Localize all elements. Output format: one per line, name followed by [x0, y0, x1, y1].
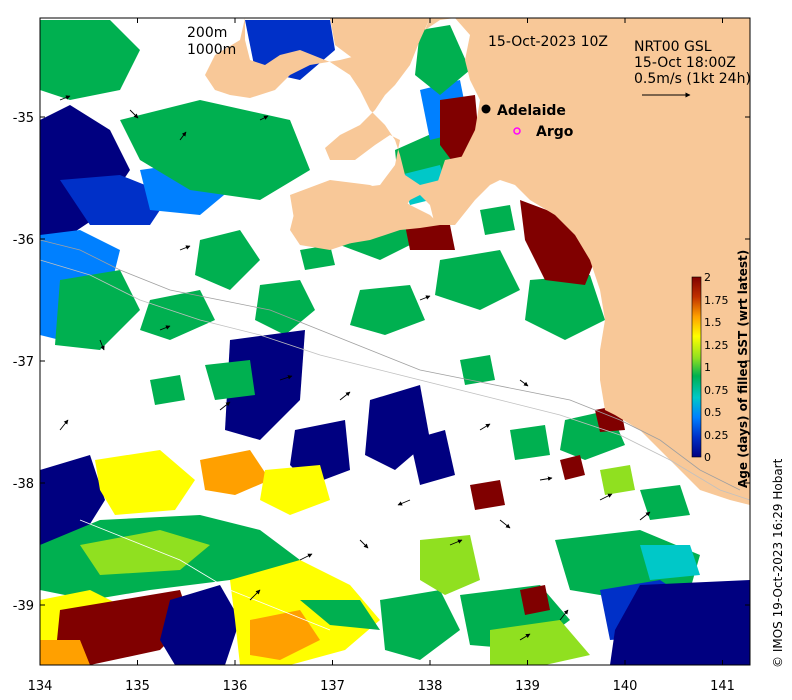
- lat-tick-37: -37: [13, 355, 34, 370]
- colorbar-tick-175: 1.75: [704, 294, 729, 307]
- colorbar-tick-075: 0.75: [704, 384, 729, 397]
- colorbar-gradient: [691, 276, 702, 458]
- lon-tick-136: 136: [223, 679, 248, 694]
- credit-text: © IMOS 19-Oct-2023 16:29 Hobart: [771, 458, 785, 668]
- contour-label-200m: 200m: [187, 25, 227, 41]
- current-time-label: 15-Oct 18:00Z: [634, 55, 736, 71]
- current-scale-label: 0.5m/s (1kt 24h): [634, 71, 751, 87]
- lon-tick-137: 137: [320, 679, 345, 694]
- colorbar-tick-2: 2: [704, 271, 711, 284]
- lon-tick-138: 138: [418, 679, 443, 694]
- colorbar-tick-125: 1.25: [704, 339, 729, 352]
- colorbar-tick-05: 0.5: [704, 406, 722, 419]
- colorbar-title: Age (days) of filled SST (wrt latest): [736, 250, 750, 488]
- contour-label-1000m: 1000m: [187, 42, 236, 58]
- lon-tick-141: 141: [710, 679, 735, 694]
- product-label: NRT00 GSL: [634, 39, 712, 55]
- adelaide-marker: [481, 104, 491, 114]
- lon-tick-140: 140: [613, 679, 638, 694]
- adelaide-label: Adelaide: [497, 103, 566, 119]
- colorbar-tick-1: 1: [704, 361, 711, 374]
- sst-age-map-figure: Adelaide Argo 200m 1000m 15-Oct-2023 10Z…: [13, 17, 785, 694]
- date-label: 15-Oct-2023 10Z: [488, 34, 608, 50]
- lon-tick-139: 139: [515, 679, 540, 694]
- argo-label: Argo: [536, 124, 574, 140]
- lon-tick-135: 135: [125, 679, 150, 694]
- colorbar-tick-15: 1.5: [704, 316, 722, 329]
- lat-tick-35: -35: [13, 111, 34, 126]
- colorbar-tick-025: 0.25: [704, 429, 729, 442]
- lat-tick-38: -38: [13, 477, 34, 492]
- map-panel: Adelaide Argo 200m 1000m 15-Oct-2023 10Z…: [40, 18, 751, 665]
- lon-tick-134: 134: [28, 679, 53, 694]
- colorbar-tick-0: 0: [704, 451, 711, 464]
- lat-tick-36: -36: [13, 233, 34, 248]
- lat-tick-39: -39: [13, 599, 34, 614]
